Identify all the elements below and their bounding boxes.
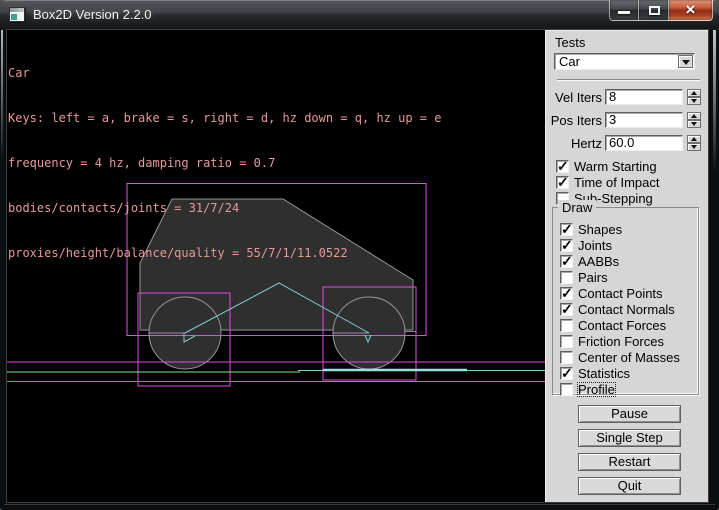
- window-title: Box2D Version 2.2.0: [33, 7, 152, 22]
- check-icon: ✓: [561, 365, 573, 382]
- check-icon: ✓: [561, 237, 573, 254]
- minimize-button[interactable]: [609, 0, 639, 21]
- pairs-box[interactable]: ✓: [560, 271, 573, 284]
- vel-iters-down-button[interactable]: [687, 97, 701, 105]
- hertz-input[interactable]: 60.0: [605, 135, 683, 151]
- gl-viewport[interactable]: Car Keys: left = a, brake = s, right = d…: [7, 30, 545, 502]
- keys-help-text: Keys: left = a, brake = s, right = d, hz…: [8, 111, 441, 126]
- window-border-left: [1, 30, 3, 160]
- separator: [557, 79, 700, 81]
- vel-iters-up-button[interactable]: [687, 89, 701, 97]
- check-icon: ✓: [557, 174, 569, 191]
- checkbox-pairs[interactable]: ✓ Pairs: [560, 270, 608, 284]
- pos-iters-label: Pos Iters: [545, 113, 602, 128]
- time-of-impact-box[interactable]: ✓: [556, 176, 569, 189]
- app-icon: [9, 7, 25, 22]
- tests-dropdown-value: Car: [559, 54, 580, 69]
- vel-iters-spinner: [687, 89, 701, 105]
- vel-iters-row: Vel Iters 8: [545, 89, 708, 105]
- check-icon: ✓: [561, 253, 573, 270]
- checkbox-statistics[interactable]: ✓ Statistics: [560, 366, 630, 380]
- contact-forces-label: Contact Forces: [578, 319, 666, 332]
- test-title-text: Car: [8, 66, 441, 81]
- debug-text-overlay: Car Keys: left = a, brake = s, right = d…: [8, 36, 441, 291]
- contact-forces-box[interactable]: ✓: [560, 319, 573, 332]
- contact-points-label: Contact Points: [578, 287, 663, 300]
- statistics-label: Statistics: [578, 367, 630, 380]
- pairs-label: Pairs: [578, 271, 608, 284]
- vel-iters-input[interactable]: 8: [605, 89, 683, 105]
- hertz-up-button[interactable]: [687, 135, 701, 143]
- checkbox-contact-points[interactable]: ✓ Contact Points: [560, 286, 663, 300]
- close-icon: ×: [669, 0, 712, 20]
- bodies-stats-text: bodies/contacts/joints = 31/7/24: [8, 201, 441, 216]
- profile-label: Profile: [578, 383, 615, 396]
- window-border-right: [713, 30, 716, 170]
- dropdown-arrow-button[interactable]: [678, 55, 693, 68]
- pos-iters-spinner: [687, 112, 701, 128]
- caption-buttons: ×: [609, 0, 713, 22]
- pos-iters-row: Pos Iters 3: [545, 112, 708, 128]
- check-icon: ✓: [561, 301, 573, 318]
- check-icon: ✓: [561, 285, 573, 302]
- tests-dropdown[interactable]: Car: [554, 53, 695, 70]
- vel-iters-label: Vel Iters: [545, 90, 602, 105]
- control-panel: Tests Car Vel Iters 8 Pos Iters 3: [545, 30, 708, 502]
- window-border-bottom: [4, 504, 715, 505]
- minimize-icon: [618, 11, 630, 14]
- checkbox-contact-normals[interactable]: ✓ Contact Normals: [560, 302, 675, 316]
- checkbox-time-of-impact[interactable]: ✓ Time of Impact: [556, 175, 659, 189]
- profile-box[interactable]: ✓: [560, 383, 573, 396]
- hertz-down-button[interactable]: [687, 143, 701, 151]
- title-bar[interactable]: Box2D Version 2.2.0 ×: [0, 0, 719, 30]
- statistics-box[interactable]: ✓: [560, 367, 573, 380]
- maximize-icon: [649, 6, 660, 15]
- time-of-impact-label: Time of Impact: [574, 176, 659, 189]
- pos-iters-input[interactable]: 3: [605, 112, 683, 128]
- center-of-masses-label: Center of Masses: [578, 351, 680, 364]
- checkbox-shapes[interactable]: ✓ Shapes: [560, 222, 622, 236]
- proxies-stats-text: proxies/height/balance/quality = 55/7/1/…: [8, 246, 441, 261]
- aabbs-box[interactable]: ✓: [560, 255, 573, 268]
- single-step-button[interactable]: Single Step: [578, 429, 681, 447]
- joints-label: Joints: [578, 239, 612, 252]
- hertz-row: Hertz 60.0: [545, 135, 708, 151]
- frequency-text: frequency = 4 hz, damping ratio = 0.7: [8, 156, 441, 171]
- restart-button[interactable]: Restart: [578, 453, 681, 471]
- maximize-button[interactable]: [639, 0, 669, 21]
- tests-label: Tests: [555, 35, 585, 50]
- quit-button[interactable]: Quit: [578, 477, 681, 495]
- center-of-masses-box[interactable]: ✓: [560, 351, 573, 364]
- checkbox-aabbs[interactable]: ✓ AABBs: [560, 254, 619, 268]
- draw-group-label: Draw: [558, 200, 596, 215]
- pos-iters-up-button[interactable]: [687, 112, 701, 120]
- shapes-label: Shapes: [578, 223, 622, 236]
- shapes-box[interactable]: ✓: [560, 223, 573, 236]
- close-button[interactable]: ×: [669, 0, 713, 21]
- checkbox-profile[interactable]: ✓ Profile: [560, 382, 615, 396]
- client-area: Car Keys: left = a, brake = s, right = d…: [7, 30, 708, 502]
- check-icon: ✓: [561, 221, 573, 238]
- pos-iters-down-button[interactable]: [687, 120, 701, 128]
- checkbox-joints[interactable]: ✓ Joints: [560, 238, 612, 252]
- checkbox-friction-forces[interactable]: ✓ Friction Forces: [560, 334, 664, 348]
- hertz-label: Hertz: [545, 136, 602, 151]
- pause-button[interactable]: Pause: [578, 405, 681, 423]
- contact-normals-box[interactable]: ✓: [560, 303, 573, 316]
- joints-box[interactable]: ✓: [560, 239, 573, 252]
- contact-points-box[interactable]: ✓: [560, 287, 573, 300]
- warm-starting-box[interactable]: ✓: [556, 160, 569, 173]
- warm-starting-label: Warm Starting: [574, 160, 657, 173]
- hertz-spinner: [687, 135, 701, 151]
- checkbox-center-of-masses[interactable]: ✓ Center of Masses: [560, 350, 680, 364]
- contact-normals-label: Contact Normals: [578, 303, 675, 316]
- friction-forces-label: Friction Forces: [578, 335, 664, 348]
- checkbox-warm-starting[interactable]: ✓ Warm Starting: [556, 159, 657, 173]
- checkbox-contact-forces[interactable]: ✓ Contact Forces: [560, 318, 666, 332]
- friction-forces-box[interactable]: ✓: [560, 335, 573, 348]
- check-icon: ✓: [557, 158, 569, 175]
- aabbs-label: AABBs: [578, 255, 619, 268]
- box2d-window: Box2D Version 2.2.0 ×: [0, 0, 719, 510]
